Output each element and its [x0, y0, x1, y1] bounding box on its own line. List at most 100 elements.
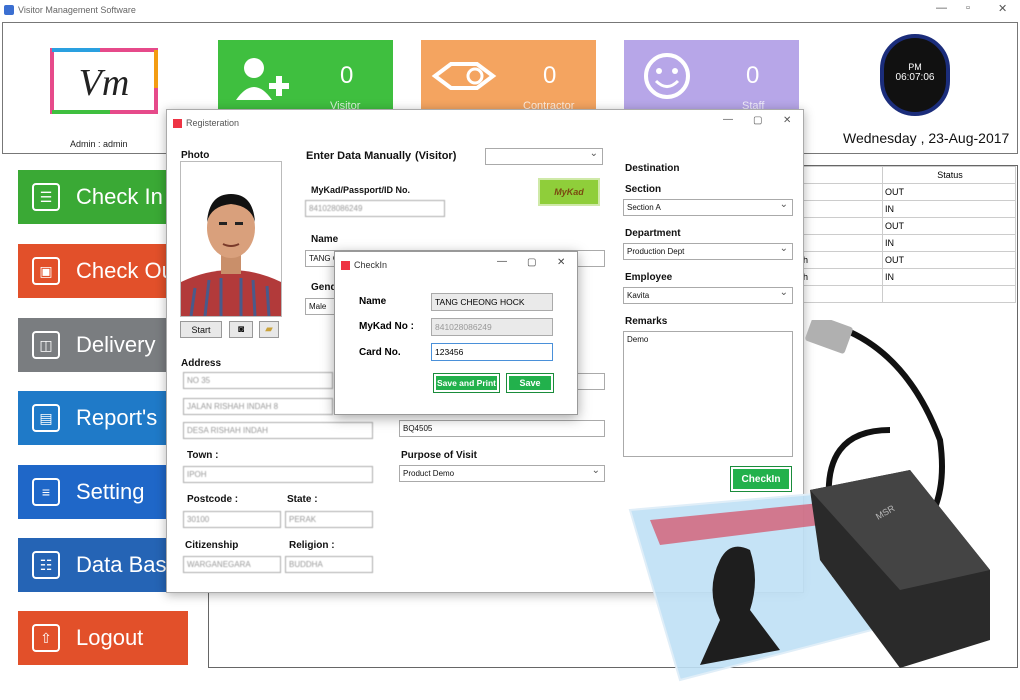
- status-cell: OUT: [882, 183, 1016, 201]
- card-no-input[interactable]: 123456: [431, 343, 553, 361]
- server-icon: ☷: [32, 551, 60, 579]
- close-icon[interactable]: ✕: [998, 2, 1007, 15]
- menu-label: Check Out: [76, 258, 170, 283]
- citizenship-field[interactable]: WARGANEGARA: [183, 556, 281, 573]
- status-cell: IN: [882, 234, 1016, 252]
- dialog-name-field: TANG CHEONG HOCK: [431, 293, 553, 311]
- menu-label: Check In: [76, 184, 163, 209]
- shopping-bag-icon: ◫: [32, 331, 60, 359]
- table-cell: [800, 183, 883, 201]
- folder-open-icon[interactable]: ▰: [259, 321, 279, 338]
- table-cell: [800, 234, 883, 252]
- enter-data-manually-label: Enter Data Manually: [306, 150, 412, 162]
- mykad-id-field[interactable]: 841028086249: [305, 200, 445, 217]
- clock-time: 06:07:06: [895, 72, 935, 83]
- menu-label: Report's: [76, 405, 158, 430]
- table-row[interactable]: IN: [800, 234, 1016, 252]
- save-button[interactable]: Save: [506, 373, 554, 393]
- checkin-dialog-title: CheckIn: [354, 260, 388, 270]
- maximize-icon[interactable]: ▫: [966, 2, 970, 14]
- contractor-count: 0: [543, 62, 557, 89]
- employee-label: Employee: [625, 272, 673, 283]
- address-line-1[interactable]: NO 35: [183, 372, 333, 389]
- table-row[interactable]: [800, 285, 1016, 303]
- visitor-status-table: Status OUT IN OUT IN h OUT h IN: [800, 166, 1016, 303]
- checkin-dialog: CheckIn — ▢ ✕ Name TANG CHEONG HOCK MyKa…: [334, 251, 578, 415]
- maximize-icon[interactable]: ▢: [753, 115, 762, 126]
- registration-titlebar: Registeration: [173, 118, 239, 128]
- visitor-tile[interactable]: 0 Visitor: [218, 40, 393, 112]
- status-header: Status: [882, 166, 1016, 184]
- vehicle-no-field[interactable]: BQ4505: [399, 420, 605, 437]
- registration-title: Registeration: [186, 118, 240, 128]
- card-no-label: Card No.: [359, 347, 401, 358]
- table-row[interactable]: IN: [800, 200, 1016, 218]
- status-cell: OUT: [882, 217, 1016, 235]
- app-logo: Vm: [50, 48, 158, 114]
- camera-icon[interactable]: ◙: [229, 321, 253, 338]
- mykad-read-button[interactable]: MyKad: [538, 178, 600, 206]
- visitor-type-select[interactable]: [485, 148, 603, 165]
- clock-ampm: PM: [908, 62, 922, 72]
- gender-label: Gend: [311, 282, 337, 293]
- contractor-tile[interactable]: 0 Contractor: [421, 40, 596, 112]
- app-icon: [4, 5, 14, 15]
- menu-label: Delivery: [76, 332, 156, 357]
- contact-card-icon: ▣: [32, 257, 60, 285]
- section-select[interactable]: Section A: [623, 199, 793, 216]
- postcode-label: Postcode :: [187, 494, 239, 505]
- table-row[interactable]: h OUT: [800, 251, 1016, 269]
- table-cell: [800, 285, 883, 303]
- status-cell: IN: [882, 268, 1016, 286]
- address-line-3[interactable]: DESA RISHAH INDAH: [183, 422, 373, 439]
- town-field[interactable]: IPOH: [183, 466, 373, 483]
- dialog-name-label: Name: [359, 296, 387, 307]
- menu-setting-button[interactable]: ≡ Setting: [18, 465, 170, 519]
- close-icon[interactable]: ✕: [557, 257, 565, 268]
- table-row[interactable]: h IN: [800, 268, 1016, 286]
- postcode-field[interactable]: 30100: [183, 511, 281, 528]
- sliders-icon: ≡: [32, 478, 60, 506]
- save-and-print-button[interactable]: Save and Print: [433, 373, 500, 393]
- destination-label: Destination: [625, 163, 680, 174]
- table-row[interactable]: OUT: [800, 217, 1016, 235]
- menu-report-s-button[interactable]: ▤ Report's: [18, 391, 170, 445]
- smiley-icon: [644, 53, 690, 99]
- name-label: Name: [311, 234, 339, 245]
- menu-data-base-button[interactable]: ☷ Data Base: [18, 538, 170, 592]
- app-title: Visitor Management Software: [18, 5, 136, 15]
- purpose-select[interactable]: Product Demo: [399, 465, 605, 482]
- address-line-2[interactable]: JALAN RISHAH INDAH 8: [183, 398, 333, 415]
- mykad-id-label: MyKad/Passport/ID No.: [311, 185, 411, 195]
- menu-delivery-button[interactable]: ◫ Delivery: [18, 318, 170, 372]
- state-field[interactable]: PERAK: [285, 511, 373, 528]
- minimize-icon[interactable]: —: [723, 114, 733, 125]
- menu-label: Setting: [76, 479, 145, 504]
- religion-label: Religion :: [289, 540, 335, 551]
- minimize-icon[interactable]: —: [497, 256, 507, 267]
- department-select[interactable]: Production Dept: [623, 243, 793, 260]
- address-label: Address: [181, 358, 222, 369]
- status-cell: OUT: [882, 251, 1016, 269]
- handshake-icon: [431, 62, 497, 90]
- section-label: Section: [625, 184, 662, 195]
- dialog-mykad-field: 841028086249: [431, 318, 553, 336]
- menu-check-out-button[interactable]: ▣ Check Out: [18, 244, 170, 298]
- close-icon[interactable]: ✕: [783, 115, 791, 126]
- employee-select[interactable]: Kavita: [623, 287, 793, 304]
- table-header-cell: [800, 166, 883, 184]
- start-camera-button[interactable]: Start: [180, 321, 222, 338]
- current-date: Wednesday , 23-Aug-2017: [843, 130, 1010, 146]
- table-header-row: Status: [800, 166, 1016, 184]
- staff-tile[interactable]: 0 Staff: [624, 40, 799, 112]
- town-label: Town :: [187, 450, 219, 461]
- menu-check-in-button[interactable]: ☰ Check In: [18, 170, 170, 224]
- contact-field[interactable]: [577, 373, 605, 390]
- menu-logout-button[interactable]: ⇧ Logout: [18, 611, 188, 665]
- status-cell: [882, 285, 1016, 303]
- minimize-icon[interactable]: —: [936, 2, 947, 14]
- menu-label: Logout: [76, 625, 144, 650]
- table-row[interactable]: OUT: [800, 183, 1016, 201]
- maximize-icon[interactable]: ▢: [527, 257, 536, 268]
- religion-field[interactable]: BUDDHA: [285, 556, 373, 573]
